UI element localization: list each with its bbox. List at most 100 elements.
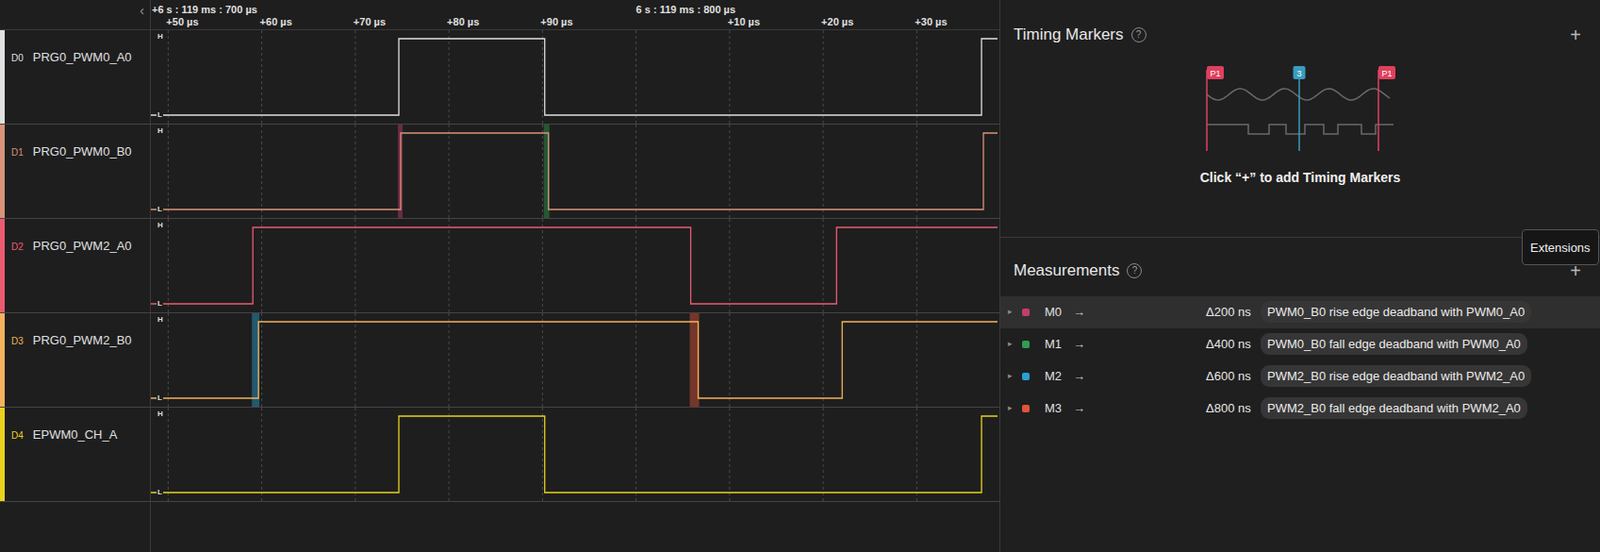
grid-line <box>916 218 918 313</box>
major-time-label: +6 s : 119 ms : 700 µs <box>151 1 258 18</box>
measurement-note: PWM0_B0 fall edge deadband with PWM0_A0 <box>1260 332 1528 356</box>
measurement-row[interactable]: ▸M1→Δ400 nsPWM0_B0 fall edge deadband wi… <box>1000 328 1600 361</box>
grid-line <box>167 124 169 218</box>
measurement-color <box>1022 340 1030 348</box>
grid-line <box>354 30 356 124</box>
measurement-label: M0 <box>1044 302 1062 322</box>
grid-line <box>635 313 637 407</box>
grid-line <box>167 30 169 124</box>
grid-line <box>916 30 918 124</box>
channel-label[interactable]: D2 PRG0_PWM2_A0 <box>0 218 151 313</box>
grid-line <box>354 124 356 218</box>
grid-line <box>916 407 918 501</box>
grid-line <box>261 30 263 124</box>
measurement-note: PWM0_B0 rise edge deadband with PWM0_A0 <box>1260 300 1532 324</box>
grid-line <box>167 218 169 313</box>
channel-label[interactable]: D3PRG0_PWM2_B0 <box>0 313 151 407</box>
grid-line <box>261 218 263 313</box>
channel-row: D0PRG0_PWM0_A0 H L <box>0 30 1000 125</box>
expand-icon[interactable]: ▸ <box>1007 401 1013 415</box>
square-wave <box>1206 124 1394 134</box>
waveform-canvas <box>150 124 998 218</box>
tooltip: Extensions <box>1521 229 1600 265</box>
expand-icon[interactable]: ▸ <box>1007 337 1013 351</box>
channel-label[interactable]: D1PRG0_PWM0_B0 <box>0 124 151 218</box>
waveform-view: ‹ +6 s : 119 ms : 700 µs6 s : 119 ms : 8… <box>0 0 1000 552</box>
help-icon[interactable]: ? <box>1131 27 1147 43</box>
timing-markers-hint: Click “+” to add Timing Markers <box>1200 167 1402 188</box>
measurement-note: PWM2_B0 rise edge deadband with PWM2_A0 <box>1260 364 1532 388</box>
tick-label: +10 µs <box>727 14 760 30</box>
grid-line <box>542 30 544 124</box>
measurement-note: PWM2_B0 fall edge deadband with PWM2_A0 <box>1260 396 1528 420</box>
marker-flag <box>1378 65 1396 80</box>
marker-line <box>1377 69 1380 151</box>
grid-line <box>823 30 825 124</box>
waveform-canvas <box>150 218 998 313</box>
waveform <box>150 227 998 304</box>
grid-line <box>728 30 730 124</box>
expand-icon[interactable]: ▸ <box>1007 369 1013 383</box>
channel-color-strip <box>0 218 5 313</box>
grid-line <box>916 124 918 218</box>
marker-flag <box>1293 65 1306 80</box>
tick-label: +70 µs <box>353 14 386 30</box>
grid-line <box>448 30 450 124</box>
channel-color-strip <box>0 30 5 124</box>
measurement-row[interactable]: ▸M0→Δ200 nsPWM0_B0 rise edge deadband wi… <box>1000 296 1600 329</box>
marker-label: 3 <box>1296 67 1302 78</box>
grid-line <box>261 124 263 218</box>
waveform-area: HL <box>150 124 1000 218</box>
add-marker-button[interactable]: + <box>1569 25 1587 45</box>
grid-line <box>167 313 169 407</box>
time-ruler: ‹ +6 s : 119 ms : 700 µs6 s : 119 ms : 8… <box>0 0 1000 31</box>
measurement-value: Δ200 ns <box>1205 302 1259 322</box>
waveform <box>150 132 998 210</box>
channel-row: D3PRG0_PWM2_B0HL <box>0 313 1000 408</box>
waveform <box>150 415 998 493</box>
low-label: L <box>156 394 164 402</box>
arrow-icon: → <box>1072 398 1086 418</box>
waveform-area: HL <box>150 407 1000 501</box>
channel-id: D2 <box>11 239 24 254</box>
high-label: H <box>156 410 165 418</box>
grid-line <box>823 407 825 501</box>
grid-line <box>916 313 918 407</box>
grid-line <box>448 124 450 218</box>
grid-line <box>354 407 356 501</box>
high-label: H <box>156 127 165 135</box>
collapse-icon[interactable]: ‹ <box>139 3 145 17</box>
channel-name: EPWM0_CH_A <box>32 425 118 445</box>
channel-id: D1 <box>11 145 24 160</box>
measurement-row[interactable]: ▸M2→Δ600 nsPWM2_B0 rise edge deadband wi… <box>1000 360 1600 393</box>
grid-line <box>542 218 544 313</box>
waveform-canvas <box>150 407 998 501</box>
grid-line <box>448 407 450 501</box>
channel-color-strip <box>0 313 5 407</box>
channel-label[interactable]: D4EPWM0_CH_A <box>0 407 151 501</box>
tick-label: +90 µs <box>540 14 573 30</box>
channel-row: D1PRG0_PWM0_B0HL <box>0 124 1000 219</box>
measurement-color <box>1022 308 1030 316</box>
measurements-title: Measurements <box>1013 258 1120 283</box>
waveform-canvas <box>150 313 998 407</box>
waveform-area: HL <box>150 313 1000 407</box>
expand-icon[interactable]: ▸ <box>1007 305 1013 319</box>
channel-name: PRG0_PWM2_A0 <box>32 236 132 256</box>
grid-line <box>728 313 730 407</box>
waveform <box>150 38 998 116</box>
low-label: L <box>156 111 164 119</box>
grid-line <box>167 407 169 501</box>
measurement-color <box>1022 372 1030 380</box>
channel-label[interactable]: D0PRG0_PWM0_A0 <box>0 30 151 124</box>
low-label: L <box>156 488 164 496</box>
grid-line <box>823 313 825 407</box>
marker-flag <box>1206 65 1224 80</box>
help-icon[interactable]: ? <box>1126 263 1142 279</box>
grid-line <box>354 313 356 407</box>
tick-label: +50 µs <box>165 14 198 30</box>
tick-label: +60 µs <box>260 14 293 30</box>
measurement-row[interactable]: ▸M3→Δ800 nsPWM2_B0 fall edge deadband wi… <box>1000 392 1600 425</box>
high-label: H <box>156 32 165 41</box>
grid-line <box>261 313 263 407</box>
